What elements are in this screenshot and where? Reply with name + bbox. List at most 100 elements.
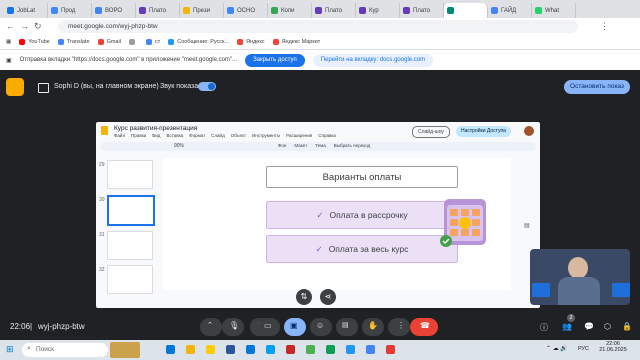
browser-tab[interactable]: ОСНО [224,3,268,18]
bookmark-item[interactable]: YouTube [19,39,50,45]
browser-tab[interactable]: What [532,3,576,18]
slide-number: 31 [99,232,105,238]
camera-icon[interactable]: ▭ [258,318,280,336]
slide-number: 32 [99,267,105,273]
menu-item[interactable]: Справка [318,133,336,138]
word-icon[interactable] [226,345,235,354]
raise-hand-icon[interactable]: ✋ [362,318,384,336]
tab-favicon-icon [403,7,410,14]
tab-strip: JobLat Прод ВОРО Плато Прези ОСНО Копи Плато Кур… [0,0,640,18]
forward-icon[interactable]: → [20,21,29,31]
slideshow-button[interactable]: Слайд-шоу [412,126,450,138]
more-options-icon[interactable]: ⋮ [388,318,410,336]
participant-video-tile[interactable] [530,249,630,305]
move-icon[interactable]: ⇅ [296,289,312,305]
mic-icon[interactable]: 🎙 [222,318,244,336]
doc-title[interactable]: Курс развития-презентация [114,125,197,132]
info-icon[interactable]: ⓘ [540,322,548,333]
leave-call-button[interactable]: ☎ [410,318,438,336]
sound-toggle[interactable] [198,82,216,91]
browser-tab[interactable]: JobLat [4,3,48,18]
activities-icon[interactable]: ⬡ [604,322,611,331]
tab-label: ГАЙД [501,7,517,14]
bookmark-item[interactable]: Translate [57,39,90,45]
switch-tab-button[interactable]: Перейти на вкладку: docs.google.com [312,53,434,67]
chrome-icon[interactable] [326,345,335,354]
app-icon[interactable] [386,345,395,354]
app-icon[interactable] [266,345,275,354]
emoji-icon[interactable]: ☺ [310,318,332,336]
browser-tab[interactable]: Плато [312,3,356,18]
share-button[interactable]: Настройки Доступа [456,126,511,137]
captions-icon[interactable]: ▤ [336,318,358,336]
menu-icon[interactable]: ⋮ [600,21,609,32]
bookmark-item[interactable]: cт [145,39,160,45]
payment-option-full[interactable]: ✓ Оплата за весь курс [266,235,458,263]
zoom-level[interactable]: 90% [174,143,184,149]
slide-heading[interactable]: Варианты оплаты [266,166,458,188]
app-icon[interactable] [366,345,375,354]
reload-icon[interactable]: ↻ [34,21,42,32]
more-audio-options[interactable]: ⌃ [200,318,222,336]
slide-thumbnail[interactable] [107,265,153,294]
toolbar-item[interactable]: Выбрать переход [334,143,370,148]
browser-tab[interactable]: Копи [268,3,312,18]
bookmark-item[interactable]: Яндекс Маркет [272,39,320,45]
back-icon[interactable]: ← [6,21,15,31]
bookmark-item[interactable] [128,39,138,45]
clock[interactable]: 22:06 21.06.2025 [596,341,630,353]
url-field[interactable]: meet.google.com/wyj-phzp-btw [58,20,578,33]
bookmark-favicon-icon [168,39,175,45]
browser-tab[interactable]: Прод [48,3,92,18]
bookmark-item[interactable]: Яндекс [237,39,265,45]
payment-option-installments[interactable]: ✓ Оплата в рассрочку [266,201,458,229]
app-icon[interactable] [286,345,295,354]
browser-tab[interactable] [444,3,488,18]
system-tray-icons[interactable]: ⌃ ☁ 🔊 [546,345,568,352]
chat-icon[interactable]: 💬 [584,322,594,331]
tab-label: Кур [369,7,379,14]
edge-icon[interactable] [166,345,175,354]
menu-item[interactable]: Правка [131,133,146,138]
taskbar-search[interactable]: Поиск [22,343,108,357]
toolbar-item[interactable]: Макет [294,143,307,148]
slide-thumbnail[interactable] [107,160,153,189]
menu-item[interactable]: Вид [152,133,160,138]
browser-tab[interactable]: ГАЙД [488,3,532,18]
slide-thumbnail-selected[interactable] [107,195,155,226]
menu-item[interactable]: Инструменты [252,133,280,138]
browser-tab[interactable]: Кур [356,3,400,18]
slide-thumbnail[interactable] [107,231,153,260]
store-icon[interactable] [246,345,255,354]
toolbar-item[interactable]: Тема [315,143,326,148]
language-indicator[interactable]: РУС [578,346,589,352]
menu-item[interactable]: Слайд [211,133,225,138]
menu-item[interactable]: Объект [231,133,246,138]
share-icon[interactable]: ⋖ [320,289,336,305]
stop-sharing-button[interactable]: Закрыть доступ [245,53,305,67]
browser-tab[interactable]: ВОРО [92,3,136,18]
browser-tab[interactable]: Плато [400,3,444,18]
menu-item[interactable]: Формат [189,133,205,138]
people-icon[interactable]: 👥 [562,322,572,331]
avatar[interactable] [524,126,534,136]
menu-item[interactable]: Расширения [286,133,312,138]
menu-item[interactable]: Файл [114,133,125,138]
side-panel-icon[interactable]: ▤ [524,222,530,229]
bookmark-item[interactable]: Сообщение: Русск... [168,39,229,45]
present-icon[interactable]: ▣ [284,318,306,336]
bookmark-item[interactable]: Gmail [97,39,121,45]
app-icon[interactable] [306,345,315,354]
browser-tab[interactable]: Прези [180,3,224,18]
infobar-text: Отправка вкладки "https://docs.google.co… [19,57,238,63]
windows-start-icon[interactable]: ⊞ [6,344,14,355]
yandex-icon[interactable] [206,345,215,354]
telegram-icon[interactable] [346,345,355,354]
stop-presenting-button[interactable]: Остановить показ [564,80,630,94]
menu-item[interactable]: Вставка [166,133,183,138]
lock-icon[interactable]: 🔒 [622,322,632,331]
toolbar-item[interactable]: Фон [278,143,286,148]
clock-date: 21.06.2025 [599,347,627,353]
file-explorer-icon[interactable] [186,345,195,354]
browser-tab[interactable]: Плато [136,3,180,18]
